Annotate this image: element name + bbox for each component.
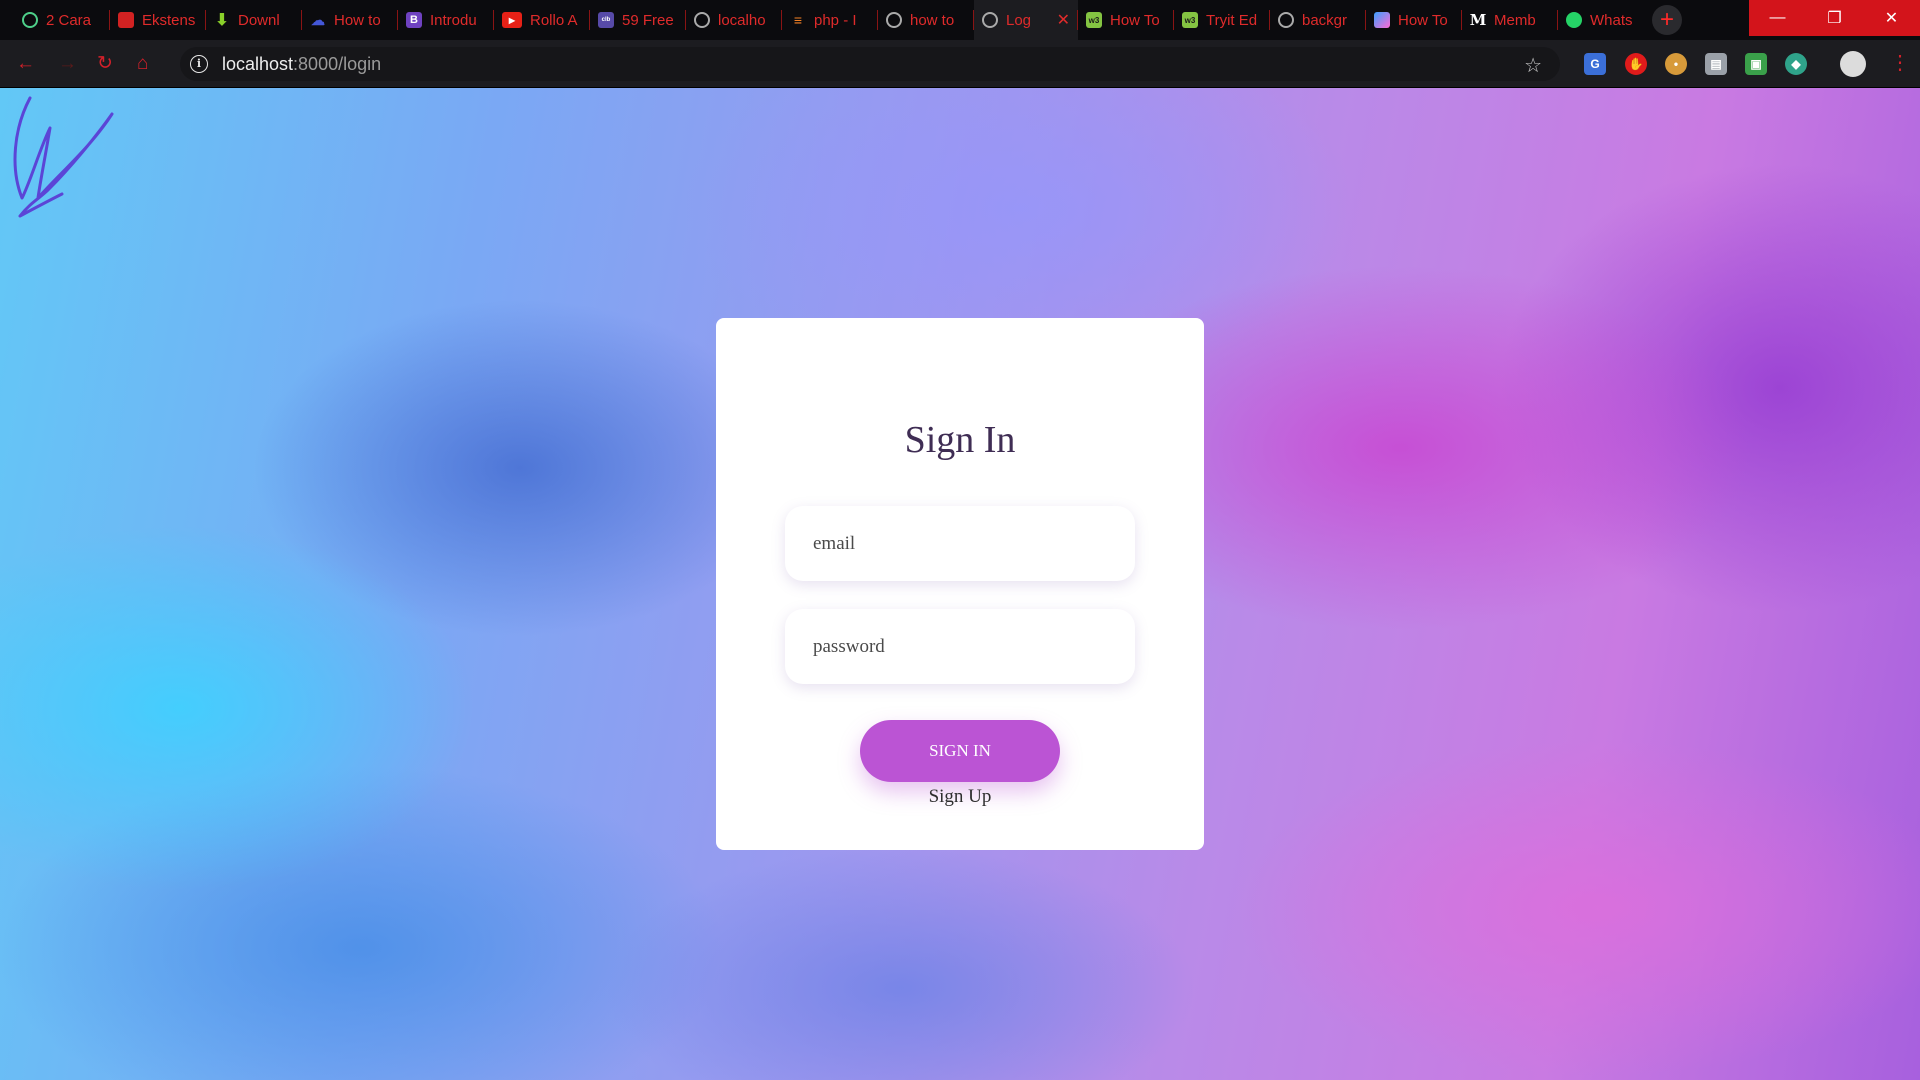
tab-rollo[interactable]: ▶ Rollo A	[494, 0, 590, 40]
youtube-icon: ▶	[502, 12, 522, 28]
menu-dots-icon[interactable]: ⋮	[1890, 50, 1910, 76]
tab-label: How to	[334, 11, 381, 29]
bookmark-star-icon[interactable]: ☆	[1524, 53, 1542, 78]
tab-label: 59 Free	[622, 11, 674, 29]
home-icon[interactable]: ⌂	[137, 52, 148, 76]
restore-icon[interactable]: ❐	[1806, 0, 1863, 36]
puzzle-icon	[118, 12, 134, 28]
tab-download[interactable]: ⬇ Downl	[206, 0, 302, 40]
stackoverflow-icon: ≡	[793, 12, 803, 28]
new-tab-button[interactable]: +	[1652, 5, 1682, 35]
image-extension-icon[interactable]: ▣	[1745, 53, 1767, 75]
sign-up-link[interactable]: Sign Up	[716, 786, 1204, 808]
login-page: Sign In SIGN IN Sign Up	[0, 88, 1920, 1080]
tab-tryit-editor[interactable]: w3 Tryit Ed	[1174, 0, 1270, 40]
close-tab-icon[interactable]: ✕	[1057, 10, 1070, 30]
tab-label: Ekstens	[142, 11, 196, 29]
tab-background[interactable]: backgr	[1270, 0, 1366, 40]
tab-member[interactable]: M Memb	[1462, 0, 1558, 40]
globe-icon	[886, 12, 902, 28]
tab-label: How To	[1398, 11, 1448, 29]
tab-localhost[interactable]: localho	[686, 0, 782, 40]
tab-introduction[interactable]: B Introdu	[398, 0, 494, 40]
tab-label: 2 Cara	[46, 11, 92, 29]
medium-icon: M	[1469, 11, 1487, 29]
tab-how-to[interactable]: how to	[878, 0, 974, 40]
window-controls: — ❐ ✕	[1749, 0, 1920, 36]
bootstrap-icon: B	[406, 12, 422, 28]
globe-icon	[694, 12, 710, 28]
globe-icon	[982, 12, 998, 28]
tab-label: Log	[1006, 11, 1032, 29]
globe-icon	[1278, 12, 1294, 28]
colorful-extension-icon[interactable]: ◆	[1785, 53, 1807, 75]
reload-icon[interactable]: ↻	[97, 52, 113, 76]
tab-ekstensi[interactable]: Ekstens	[110, 0, 206, 40]
download-icon: ⬇	[215, 12, 229, 29]
login-card: Sign In SIGN IN Sign Up	[716, 318, 1204, 850]
w3schools-icon: w3	[1086, 12, 1102, 28]
extension-icon[interactable]: ▤	[1705, 53, 1727, 75]
tab-label: Tryit Ed	[1206, 11, 1258, 29]
tab-login-active[interactable]: Log ✕	[974, 0, 1078, 40]
tab-label: php - I	[814, 11, 857, 29]
minimize-icon[interactable]: —	[1749, 0, 1806, 36]
colorlib-icon: clb	[598, 12, 614, 28]
profile-avatar[interactable]	[1840, 51, 1866, 77]
tab-php[interactable]: ≡ php - I	[782, 0, 878, 40]
tab-list: 2 Cara Ekstens ⬇ Downl ☁ How to B Introdu ▶…	[14, 0, 1654, 40]
tab-label: localho	[718, 11, 766, 29]
tab-label: Downl	[238, 11, 280, 29]
whatsapp-icon	[1566, 12, 1582, 28]
tab-how-to-image[interactable]: How To	[1366, 0, 1462, 40]
tab-label: How To	[1110, 11, 1160, 29]
cloud-icon: ☁	[311, 11, 325, 28]
back-icon[interactable]: ←	[16, 52, 35, 76]
tab-label: how to	[910, 11, 955, 29]
address-bar[interactable]: i localhost:8000/login ☆	[180, 47, 1560, 81]
cookie-icon[interactable]: •	[1665, 53, 1687, 75]
browser-tab-strip: 2 Cara Ekstens ⬇ Downl ☁ How to B Introdu ▶…	[0, 0, 1920, 40]
tab-how-to-w3[interactable]: w3 How To	[1078, 0, 1174, 40]
browser-toolbar: ← → ↻ ⌂ i localhost:8000/login ☆ G ✋ • ▤…	[0, 40, 1920, 88]
scribble-mark	[13, 96, 114, 218]
page-title: Sign In	[904, 419, 1016, 461]
adblock-icon[interactable]: ✋	[1625, 53, 1647, 75]
password-field[interactable]	[785, 609, 1135, 684]
close-window-icon[interactable]: ✕	[1863, 0, 1920, 36]
tab-how-to-cloud[interactable]: ☁ How to	[302, 0, 398, 40]
tab-label: backgr	[1302, 11, 1348, 29]
tab-2-cara[interactable]: 2 Cara	[14, 0, 110, 40]
tab-label: Introdu	[430, 11, 477, 29]
tab-label: Whats	[1590, 11, 1633, 29]
url-path: :8000/login	[293, 53, 382, 74]
tab-whatsapp[interactable]: Whats	[1558, 0, 1654, 40]
google-translate-icon[interactable]: G	[1584, 53, 1606, 75]
tab-59-free[interactable]: clb 59 Free	[590, 0, 686, 40]
url-host: localhost	[222, 53, 294, 74]
tab-label: Rollo A	[530, 11, 578, 29]
w3schools-icon: w3	[1182, 12, 1198, 28]
tab-label: Memb	[1494, 11, 1536, 29]
sign-in-button[interactable]: SIGN IN	[860, 720, 1060, 782]
email-field[interactable]	[785, 506, 1135, 581]
image-icon	[1374, 12, 1390, 28]
forward-icon[interactable]: →	[58, 52, 77, 76]
ring-icon	[22, 12, 38, 28]
info-icon[interactable]: i	[190, 55, 208, 73]
url-text[interactable]: localhost:8000/login	[222, 54, 381, 75]
